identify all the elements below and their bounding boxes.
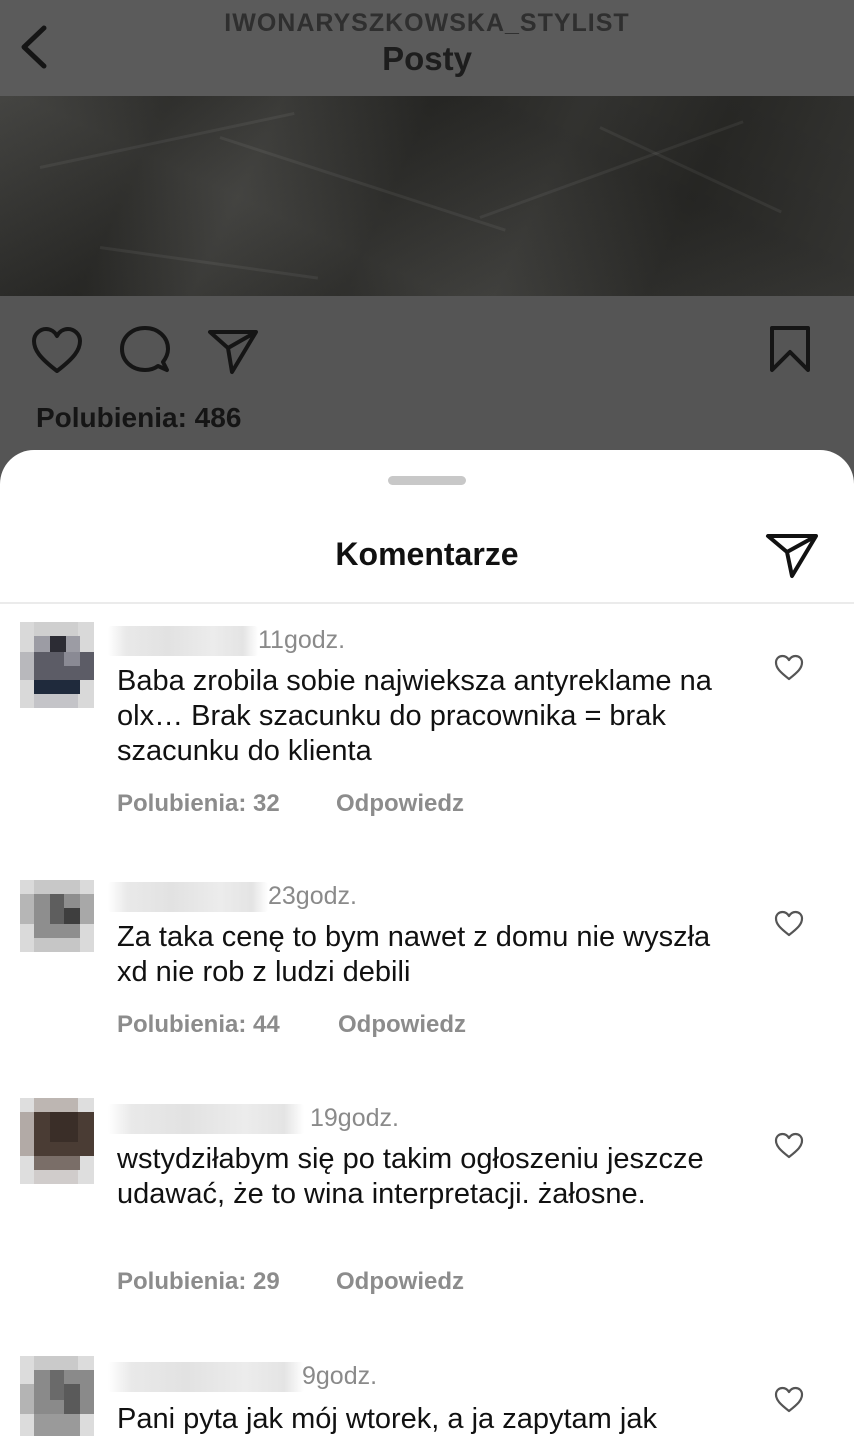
comment-like-button[interactable] [774,1386,804,1414]
comment-username[interactable] [108,882,268,912]
save-button[interactable] [766,324,814,374]
reply-button[interactable]: Odpowiedz [338,1011,466,1039]
heart-icon [774,910,804,937]
heart-icon [774,654,804,681]
comment-username[interactable] [108,1104,304,1134]
top-navigation-bar: IWONARYSZKOWSKA_STYLIST Posty [0,0,854,96]
reply-button[interactable]: Odpowiedz [336,790,464,818]
comment-likes[interactable]: Polubienia: 29 [117,1268,280,1296]
comment-text: wstydziłabym się po takim ogłoszeniu jes… [117,1143,704,1210]
post-likes-count[interactable]: Polubienia: 486 [36,402,241,434]
heart-icon [774,1132,804,1159]
comment-time: 19godz. [310,1104,399,1132]
like-button[interactable] [30,326,84,376]
account-name[interactable]: IWONARYSZKOWSKA_STYLIST [0,9,854,38]
sheet-grabber[interactable] [388,476,466,485]
avatar[interactable] [20,622,94,708]
comments-sheet: Komentarze 11godz. Baba zrobila sobie na… [0,450,854,1440]
reply-button[interactable]: Odpowiedz [336,1268,464,1296]
bookmark-icon [770,326,810,372]
comment-time: 9godz. [302,1362,378,1390]
comment-text: Pani pyta jak mój wtorek, a ja zapytam j… [117,1403,657,1435]
paper-plane-icon [766,534,818,578]
post-image[interactable] [0,96,854,296]
comment-text: Baba zrobila sobie najwieksza antyreklam… [117,665,712,767]
comment-username[interactable] [108,1362,304,1392]
comment-button[interactable] [118,324,172,378]
comment-likes[interactable]: Polubienia: 44 [117,1011,280,1039]
heart-icon [774,1386,804,1413]
heart-icon [32,327,82,373]
comments-title: Komentarze [335,536,519,572]
comment-text: Za taka cenę to bym nawet z domu nie wys… [117,921,711,988]
comment-time: 23godz. [268,882,357,910]
avatar[interactable] [20,1356,94,1436]
share-button[interactable] [206,326,260,376]
share-comments-button[interactable] [764,530,820,580]
comment-time: 11godz. [258,626,346,654]
comment-username[interactable] [108,626,258,656]
comment-likes[interactable]: Polubienia: 32 [117,790,280,818]
avatar[interactable] [20,1098,94,1184]
avatar[interactable] [20,880,94,952]
speech-bubble-icon [120,326,170,372]
paper-plane-icon [208,330,258,374]
comment-like-button[interactable] [774,1132,804,1160]
divider [0,602,854,604]
comment-like-button[interactable] [774,654,804,682]
comment-like-button[interactable] [774,910,804,938]
page-title: Posty [382,40,472,77]
